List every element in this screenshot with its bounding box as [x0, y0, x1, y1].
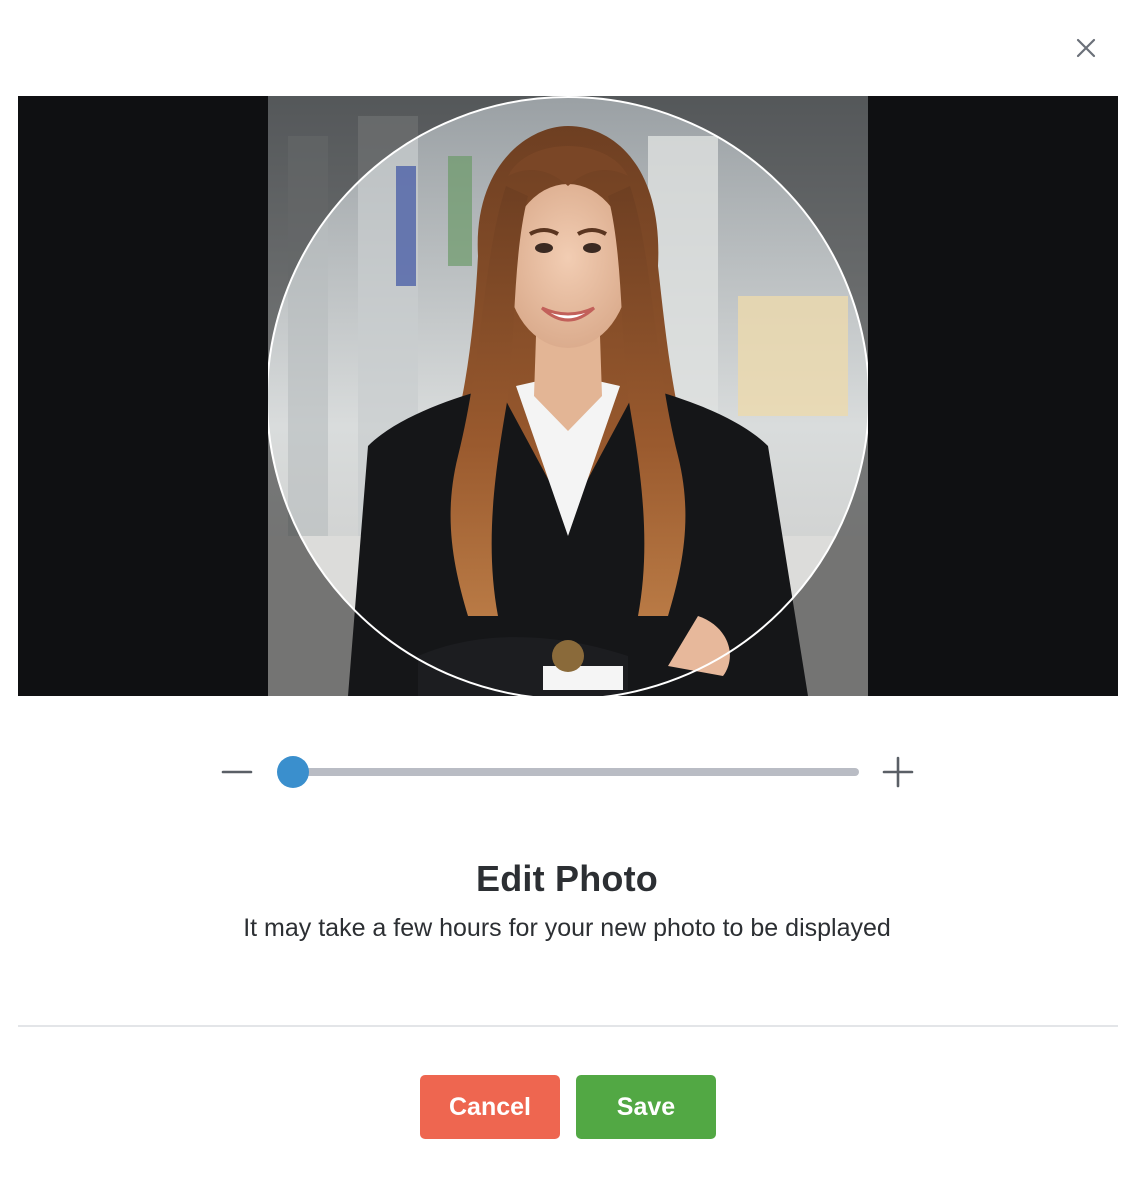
edit-photo-modal: Edit Photo It may take a few hours for y…: [0, 0, 1134, 1188]
save-button[interactable]: Save: [576, 1075, 716, 1139]
profile-photo[interactable]: [268, 96, 868, 696]
photo-cropper[interactable]: [18, 96, 1118, 696]
cancel-button[interactable]: Cancel: [420, 1075, 560, 1139]
plus-icon: [882, 756, 914, 788]
minus-icon: [221, 770, 253, 774]
zoom-slider-thumb[interactable]: [277, 756, 309, 788]
zoom-out-button[interactable]: [221, 756, 253, 788]
zoom-slider-track[interactable]: [293, 768, 859, 776]
close-icon: [1076, 38, 1096, 58]
dialog-title: Edit Photo: [476, 858, 658, 899]
zoom-in-button[interactable]: [882, 756, 914, 788]
close-button[interactable]: [1070, 32, 1102, 64]
dialog-subtitle: It may take a few hours for your new pho…: [243, 914, 891, 942]
zoom-control: [0, 748, 1134, 796]
footer-divider: [18, 1025, 1118, 1027]
